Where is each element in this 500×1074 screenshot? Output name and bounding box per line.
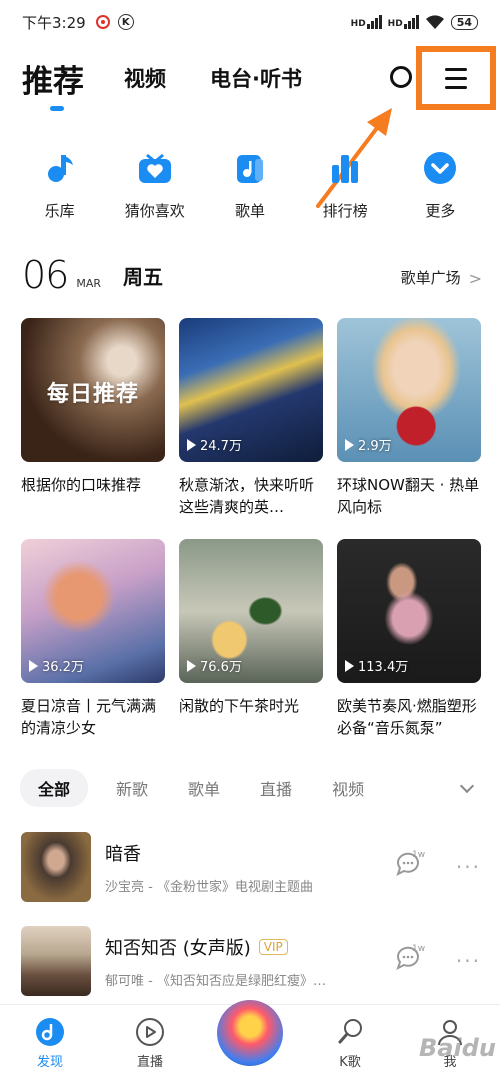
nav-karaoke[interactable]: K歌 <box>310 1017 390 1070</box>
playlist-card[interactable]: 24.7万 秋意渐浓，快来听听这些清爽的英… <box>179 318 323 518</box>
date-month: MAR <box>76 277 102 290</box>
song-list-item[interactable]: 知否知否 (女声版) VIP 郁可唯 - 《知否知否应是绿肥红瘦》… 1w ··· <box>21 926 481 996</box>
playlist-caption: 秋意渐浓，快来听听这些清爽的英… <box>179 476 315 516</box>
playlist-card[interactable]: 每日推荐 根据你的口味推荐 <box>21 318 165 518</box>
playlist-icon <box>232 150 268 186</box>
song-subtitle: 郁可唯 - 《知否知否应是绿肥红瘦》… <box>105 973 326 989</box>
discover-icon <box>36 1018 64 1046</box>
filter-all[interactable]: 全部 <box>20 769 89 807</box>
play-count: 2.9万 <box>345 435 392 454</box>
song-list-item[interactable]: 暗香 沙宝亮 - 《金粉世家》电视剧主题曲 1w ··· <box>21 832 481 902</box>
content-filter-tabs: 全部 新歌 歌单 直播 视频 <box>20 769 482 807</box>
playlist-cover: 每日推荐 <box>21 318 165 462</box>
playlist-caption: 根据你的口味推荐 <box>21 476 142 494</box>
filter-video[interactable]: 视频 <box>332 776 364 800</box>
quick-item-library[interactable]: 乐库 <box>20 150 100 221</box>
playlist-caption: 欧美节奏风·燃脂塑形必备“音乐氮泵” <box>337 697 477 737</box>
play-icon <box>187 438 196 451</box>
song-subtitle: 沙宝亮 - 《金粉世家》电视剧主题曲 <box>105 879 313 895</box>
quick-icon-row: 乐库 猜你喜欢 歌单 排行榜 更多 <box>0 150 500 221</box>
filter-live[interactable]: 直播 <box>260 776 292 800</box>
nav-discover[interactable]: 发现 <box>10 1017 90 1070</box>
playlist-caption: 环球NOW翻天 · 热单风向标 <box>337 476 480 516</box>
date-weekday: 周五 <box>123 265 164 289</box>
play-icon <box>345 659 354 672</box>
playlist-cover: 113.4万 <box>337 539 481 683</box>
playlist-row-1: 每日推荐 根据你的口味推荐 24.7万 秋意渐浓，快来听听这些清爽的英… 2.9… <box>21 318 481 518</box>
playlist-cover: 24.7万 <box>179 318 323 462</box>
playlist-card[interactable]: 113.4万 欧美节奏风·燃脂塑形必备“音乐氮泵” <box>337 539 481 739</box>
play-icon <box>187 659 196 672</box>
annotation-arrow <box>316 108 392 208</box>
date-day: 06 <box>22 253 69 297</box>
more-options-icon[interactable]: ··· <box>456 855 481 879</box>
play-count: 36.2万 <box>29 656 84 675</box>
playlist-cover: 36.2万 <box>21 539 165 683</box>
playlist-cover: 2.9万 <box>337 318 481 462</box>
play-icon <box>29 659 38 672</box>
music-note-icon <box>42 150 78 186</box>
nav-live[interactable]: 直播 <box>110 1017 190 1070</box>
song-cover <box>21 926 91 996</box>
filter-playlists[interactable]: 歌单 <box>188 776 220 800</box>
playlist-cover: 76.6万 <box>179 539 323 683</box>
more-options-icon[interactable]: ··· <box>456 949 481 973</box>
svg-text:1w: 1w <box>412 944 425 954</box>
play-count: 24.7万 <box>187 435 242 454</box>
play-icon <box>345 438 354 451</box>
heart-radio-icon <box>137 150 173 186</box>
playlist-card[interactable]: 36.2万 夏日凉音丨元气满满的清凉少女 <box>21 539 165 739</box>
chevron-down-circle-icon <box>422 150 458 186</box>
playlist-caption: 夏日凉音丨元气满满的清凉少女 <box>21 697 157 737</box>
playlist-card[interactable]: 2.9万 环球NOW翻天 · 热单风向标 <box>337 318 481 518</box>
daily-recommend-label: 每日推荐 <box>46 382 139 407</box>
chart-bars-icon <box>327 150 363 186</box>
live-play-icon <box>136 1018 164 1046</box>
song-title: 暗香 <box>105 843 141 865</box>
chevron-down-icon[interactable] <box>459 778 475 794</box>
playlist-caption: 闲散的下午茶时光 <box>179 697 300 715</box>
quick-item-charts[interactable]: 排行榜 <box>305 150 385 221</box>
play-count: 113.4万 <box>345 656 408 675</box>
comment-icon[interactable]: 1w <box>394 850 428 884</box>
playlist-row-2: 36.2万 夏日凉音丨元气满满的清凉少女 76.6万 闲散的下午茶时光 113.… <box>21 539 481 739</box>
quick-item-playlist[interactable]: 歌单 <box>210 150 290 221</box>
song-cover <box>21 832 91 902</box>
quick-item-more[interactable]: 更多 <box>400 150 480 221</box>
play-count: 76.6万 <box>187 656 242 675</box>
svg-text:1w: 1w <box>412 850 425 860</box>
quick-item-guess[interactable]: 猜你喜欢 <box>115 150 195 221</box>
chevron-right-icon[interactable]: > <box>469 269 482 288</box>
filter-new-songs[interactable]: 新歌 <box>116 776 148 800</box>
watermark: Baidu <box>419 1034 496 1062</box>
comment-icon[interactable]: 1w <box>394 944 428 978</box>
playlist-plaza-link[interactable]: 歌单广场 <box>401 267 461 288</box>
playlist-card[interactable]: 76.6万 闲散的下午茶时光 <box>179 539 323 739</box>
microphone-icon <box>338 1019 362 1044</box>
song-title: 知否知否 (女声版) <box>105 937 251 959</box>
promo-badge <box>217 1000 283 1066</box>
date-header: 06 MAR 周五 歌单广场 > <box>22 254 482 294</box>
nav-center-promo[interactable] <box>210 1000 290 1070</box>
vip-badge: VIP <box>258 938 288 955</box>
